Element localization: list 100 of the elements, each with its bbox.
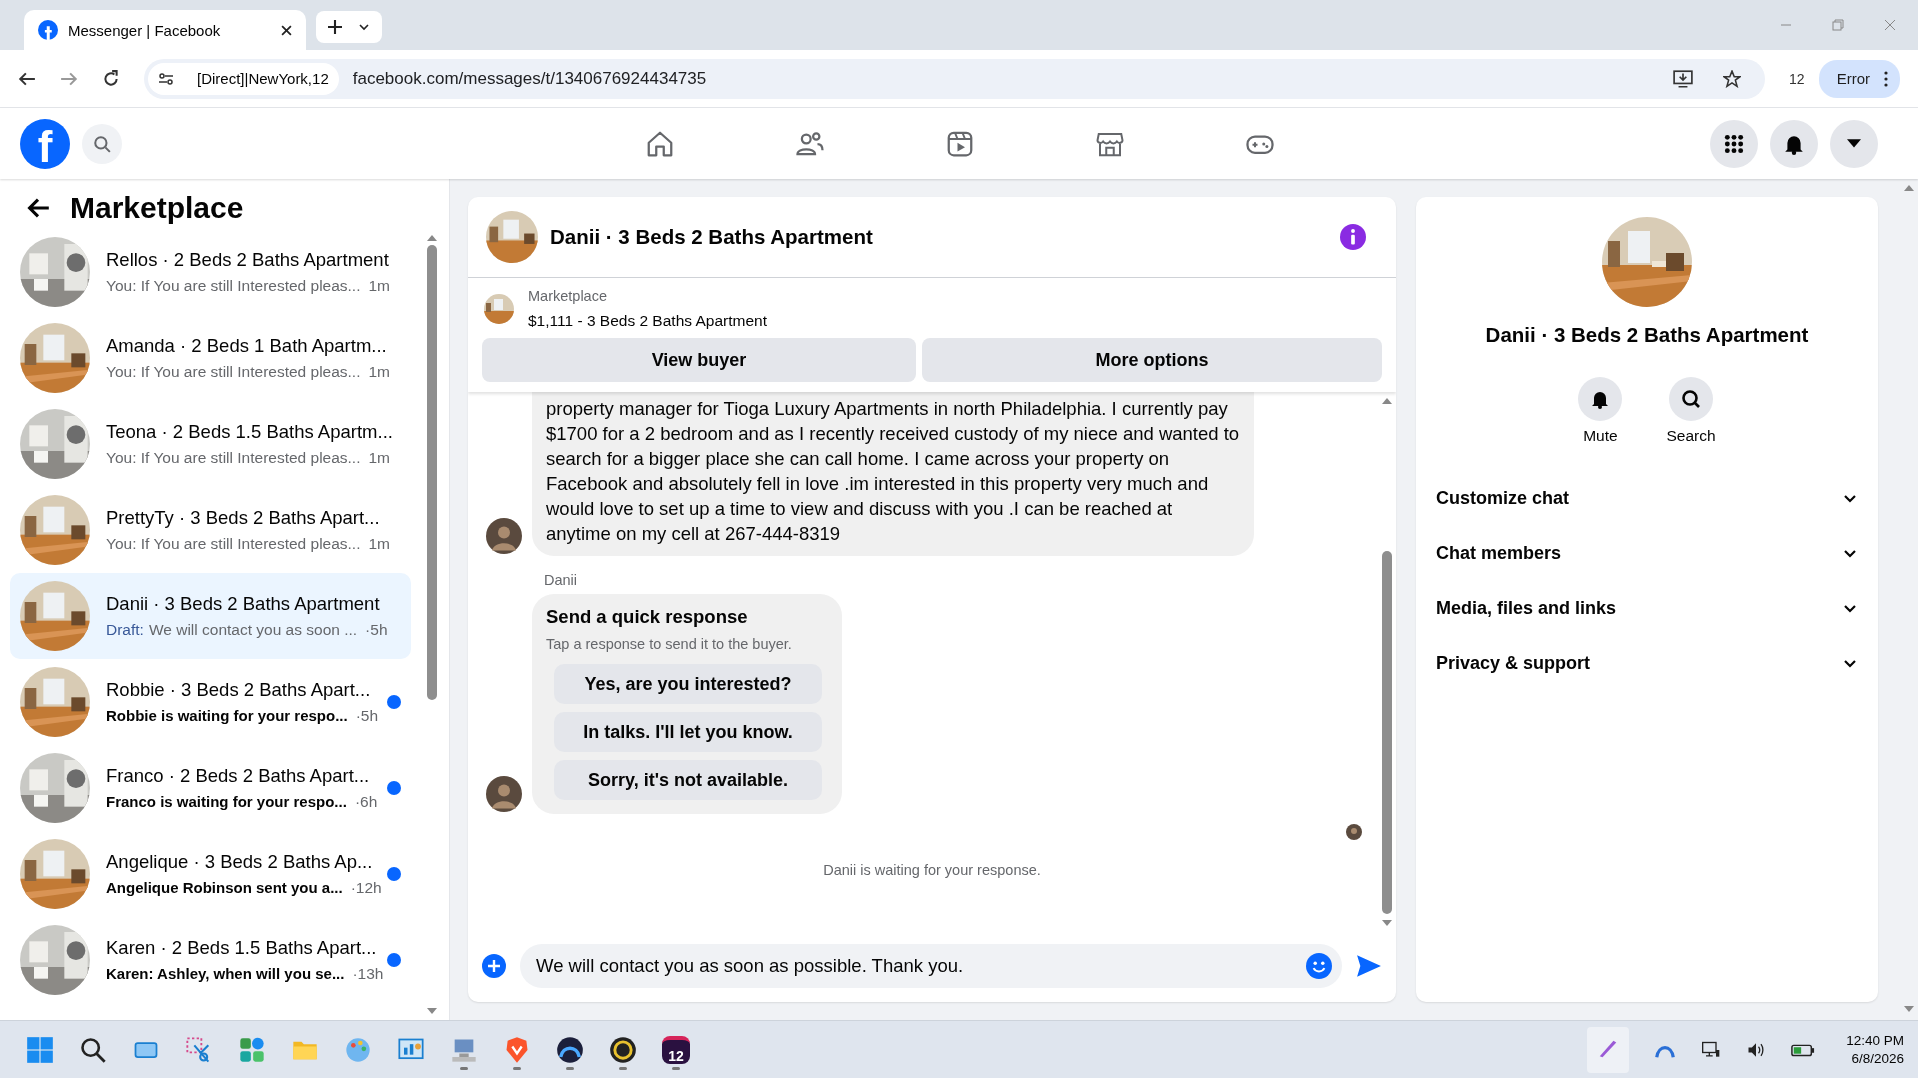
action-button[interactable] (1578, 377, 1623, 421)
conversation-title: Franco · 2 Beds 2 Baths Apart... (106, 765, 371, 787)
section-header[interactable]: Customize chat (1416, 471, 1878, 526)
conversation-item[interactable]: Angelique · 3 Beds 2 Baths Ap... Angelique Robinson sent you a... ·12h (10, 831, 411, 917)
site-info-chip[interactable]: [Direct]|NewYork,12 (148, 62, 339, 95)
url-text: facebook.com/messages/t/1340676924434735 (352, 68, 707, 89)
timestamp: ·13h (352, 965, 384, 983)
circle-icon[interactable] (609, 1035, 637, 1064)
chat-title: Danii · 3 Beds 2 Baths Apartment (550, 225, 873, 249)
plus-icon[interactable] (328, 20, 342, 34)
search-icon (1681, 389, 1701, 409)
conversation-item[interactable]: Danii · 3 Beds 2 Baths Apartment Draft: We will contact you as soon ... ·5h (10, 573, 411, 659)
quick-reply-button[interactable]: Yes, are you interested? (554, 664, 822, 704)
proxy-label: [Direct]|NewYork,12 (197, 70, 329, 87)
message-preview: Karen: Ashley, when will you se... (106, 965, 345, 982)
quick-reply-button[interactable]: Sorry, it's not available. (554, 760, 822, 800)
unread-dot (387, 953, 401, 967)
app-icon[interactable]: 12 (662, 1035, 690, 1064)
scroll-down-icon[interactable] (427, 1008, 437, 1014)
conversation-item[interactable]: Robbie · 3 Beds 2 Baths Apart... Robbie is waiting for your respo... ·5h (10, 659, 411, 745)
conversation-item[interactable]: Franco · 2 Beds 2 Baths Apart... Franco is waiting for your respo... ·6h (10, 745, 411, 831)
install-icon[interactable] (1673, 69, 1694, 88)
monitor-icon[interactable] (1701, 1039, 1722, 1060)
palette-icon[interactable] (344, 1035, 372, 1064)
facebook-favicon-icon (38, 20, 58, 40)
message-preview: You: If You are still Interested pleas... (106, 363, 361, 381)
tune-icon (158, 70, 174, 87)
section-header[interactable]: Privacy & support (1416, 636, 1878, 691)
section-header[interactable]: Media, files and links (1416, 581, 1878, 636)
unread-dot (387, 781, 401, 795)
chevron-icon (1844, 494, 1856, 503)
start-icon[interactable] (26, 1035, 54, 1064)
tiles-icon[interactable] (238, 1035, 266, 1064)
clock-time[interactable]: 12:40 PM (1846, 1033, 1904, 1048)
grid-icon (1724, 133, 1744, 154)
timestamp: 1m (368, 277, 391, 295)
back-icon[interactable] (26, 197, 50, 219)
conversation-title: Angelique · 3 Beds 2 Baths Ap... (106, 851, 371, 873)
unread-dot (387, 867, 401, 881)
profile-button[interactable]: Error (1818, 59, 1900, 98)
scroll-down-icon[interactable] (1382, 920, 1392, 926)
timestamp: ·6h (354, 793, 378, 811)
clock-date[interactable]: 6/8/2026 (1851, 1051, 1904, 1066)
action-label: Search (1666, 427, 1716, 445)
status-text: Danii is waiting for your response. (823, 862, 1041, 878)
scroll-up-icon[interactable] (1904, 185, 1914, 191)
message-preview: Franco is waiting for your respo... (106, 793, 347, 810)
reload-icon[interactable] (102, 69, 120, 88)
card-subtitle: Tap a response to send it to the buyer. (546, 636, 793, 652)
notifications-button[interactable] (1770, 119, 1818, 168)
scroll-down-icon[interactable] (1904, 1006, 1914, 1012)
add-icon[interactable] (482, 954, 506, 978)
quick-reply-button[interactable]: In talks. I'll let you know. (554, 712, 822, 752)
arch-icon[interactable] (556, 1035, 584, 1064)
section-header[interactable]: Chat members (1416, 526, 1878, 581)
more-icon[interactable] (1884, 70, 1888, 87)
unread-dot (387, 695, 401, 709)
conversation-item[interactable]: PrettyTy · 3 Beds 2 Baths Apart... You: If You are still Interested pleas... 1m (10, 487, 411, 573)
conversation-title: Rellos · 2 Beds 2 Baths Apartment (106, 249, 390, 271)
conversation-title: Teona · 2 Beds 1.5 Baths Apartm... (106, 421, 394, 443)
conversation-item[interactable]: Karen · 2 Beds 1.5 Baths Apart... Karen: Ashley, when will you se... ·13h (10, 917, 411, 1003)
address-field[interactable]: [Direct]|NewYork,12 facebook.com/messages/t/1340676924434735 (144, 58, 1766, 99)
message-preview: Robbie is waiting for your respo... (106, 707, 348, 724)
chevron-down-icon[interactable] (358, 21, 370, 33)
facebook-logo[interactable]: f (20, 118, 70, 169)
timestamp: ·12h (350, 879, 382, 897)
chevron-icon (1844, 604, 1856, 613)
bell-icon (1590, 389, 1611, 409)
menu-button[interactable] (1710, 119, 1758, 168)
timestamp: 1m (368, 535, 391, 553)
scroll-up-icon[interactable] (1382, 398, 1392, 404)
action-button[interactable] (1669, 377, 1713, 421)
conversation-item[interactable]: Amanda · 2 Beds 1 Bath Apartm... You: If You are still Interested pleas... 1m (10, 315, 411, 401)
card-title: Send a quick response (546, 606, 749, 628)
timestamp: ·5h (355, 707, 379, 725)
info-icon[interactable] (1340, 224, 1366, 250)
emoji-icon[interactable] (1306, 953, 1332, 979)
message-preview: Angelique Robinson sent you a... (106, 879, 343, 896)
new-tab-group[interactable] (316, 11, 382, 43)
listing-title: $1,111 - 3 Beds 2 Baths Apartment (528, 312, 767, 330)
conversation-title: PrettyTy · 3 Beds 2 Baths Apart... (106, 507, 381, 529)
search-icon[interactable] (79, 1035, 107, 1064)
browser-tab[interactable]: Messenger | Facebook (24, 10, 306, 50)
action-button[interactable]: View buyer (482, 338, 916, 382)
extension-count[interactable]: 12 (1789, 70, 1805, 87)
timestamp: 1m (368, 363, 391, 381)
search-button[interactable] (82, 123, 122, 164)
close-icon[interactable] (281, 24, 292, 36)
send-icon[interactable] (1356, 954, 1382, 978)
message-input[interactable]: We will contact you as soon as possible. Thank you. (520, 944, 1342, 988)
conversation-item[interactable]: Teona · 2 Beds 1.5 Baths Apartm... You: If You are still Interested pleas... 1m (10, 401, 411, 487)
caret-down-icon (1847, 138, 1861, 149)
account-button[interactable] (1830, 119, 1878, 168)
scroll-up-icon[interactable] (427, 235, 437, 241)
action-button[interactable]: More options (922, 338, 1382, 382)
conversation-title: Robbie · 3 Beds 2 Baths Apart... (106, 679, 371, 701)
timestamp: 1m (368, 449, 391, 467)
conversation-item[interactable]: Rellos · 2 Beds 2 Baths Apartment You: If You are still Interested pleas... 1m (10, 229, 411, 315)
chevron-icon (1844, 659, 1856, 668)
star-icon[interactable] (1723, 69, 1742, 88)
